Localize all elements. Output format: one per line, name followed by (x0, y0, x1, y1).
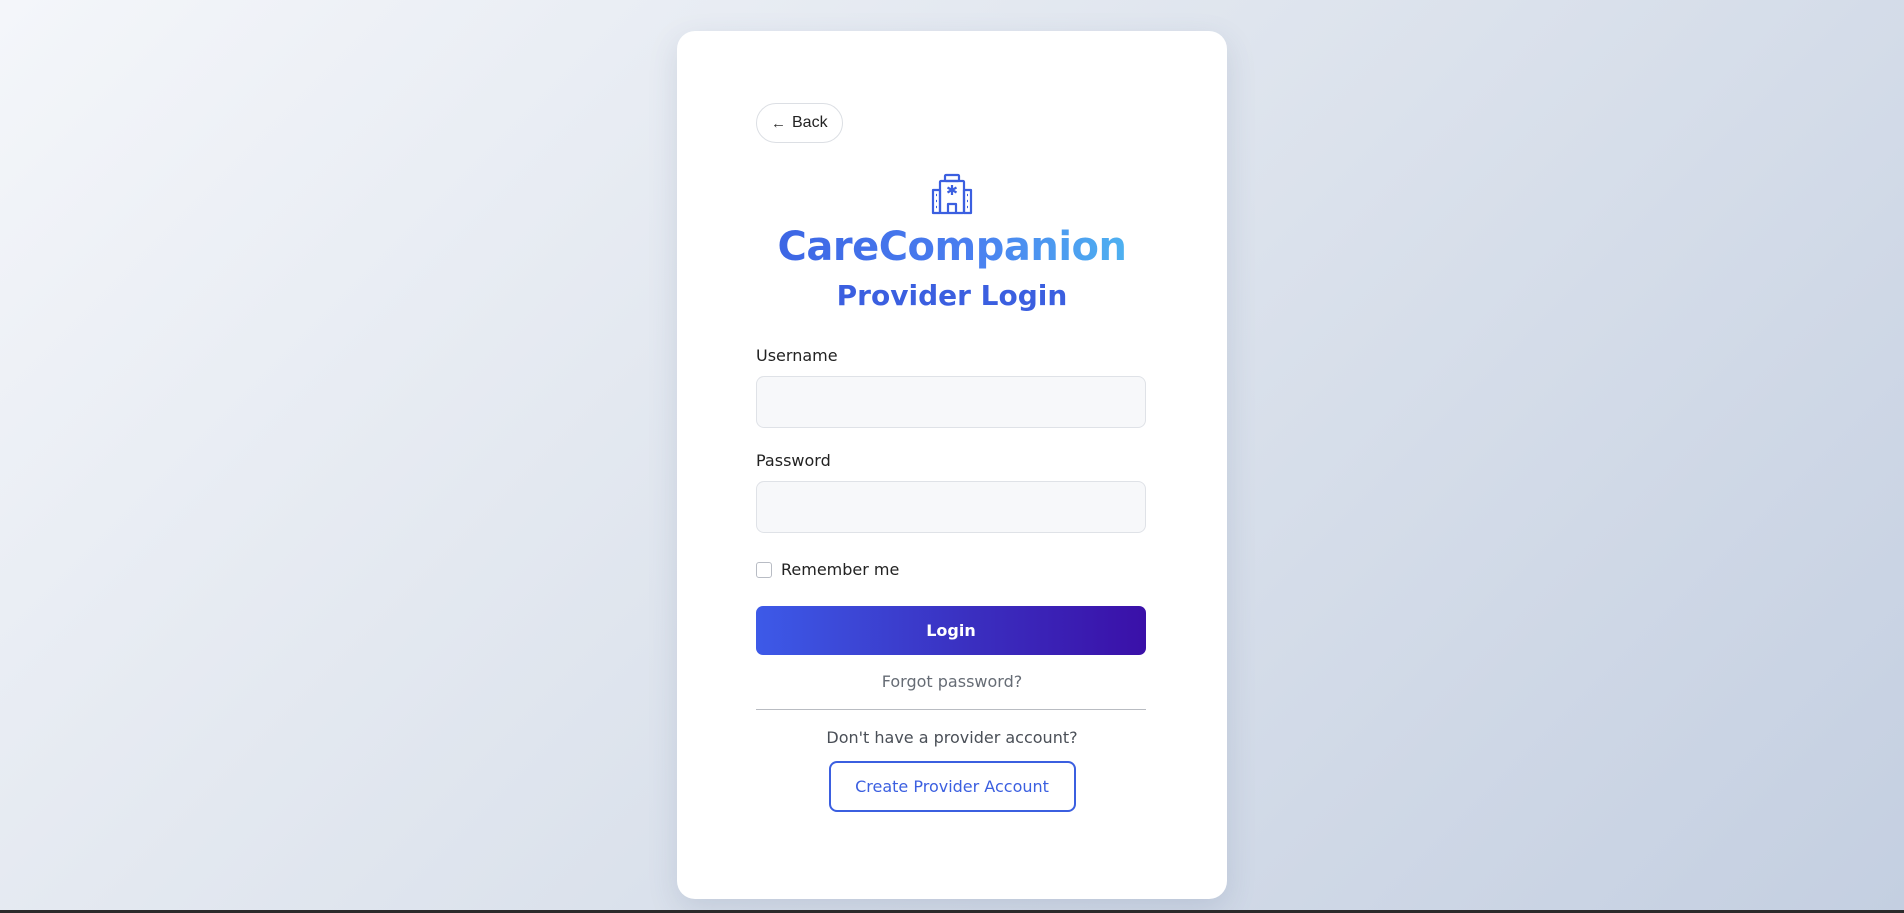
username-field-group: Username (756, 346, 1148, 428)
hospital-icon (756, 173, 1148, 215)
page-title: Provider Login (836, 279, 1068, 312)
back-button[interactable]: ← Back (756, 103, 843, 143)
remember-me-checkbox[interactable] (756, 561, 772, 578)
password-field-group: Password (756, 451, 1148, 533)
divider (756, 709, 1146, 710)
back-button-label: Back (792, 114, 828, 131)
create-provider-account-button[interactable]: Create Provider Account (828, 761, 1076, 812)
arrow-left-icon: ← (771, 114, 786, 132)
brand-header: CareCompanion Provider Login (756, 173, 1148, 312)
signup-prompt: Don't have a provider account? (826, 728, 1078, 747)
create-account-wrapper: Create Provider Account (756, 761, 1148, 812)
password-input[interactable] (756, 481, 1146, 533)
login-card: ← Back CareCompanion Provider Login User… (677, 31, 1227, 899)
remember-me-row: Remember me (756, 560, 1148, 579)
password-label: Password (756, 451, 831, 470)
app-title: CareCompanion (756, 225, 1148, 269)
username-label: Username (756, 346, 838, 365)
login-button[interactable]: Login (756, 606, 1146, 655)
forgot-password-link[interactable]: Forgot password? (756, 672, 1148, 691)
username-input[interactable] (756, 376, 1146, 428)
remember-me-label[interactable]: Remember me (781, 560, 899, 579)
